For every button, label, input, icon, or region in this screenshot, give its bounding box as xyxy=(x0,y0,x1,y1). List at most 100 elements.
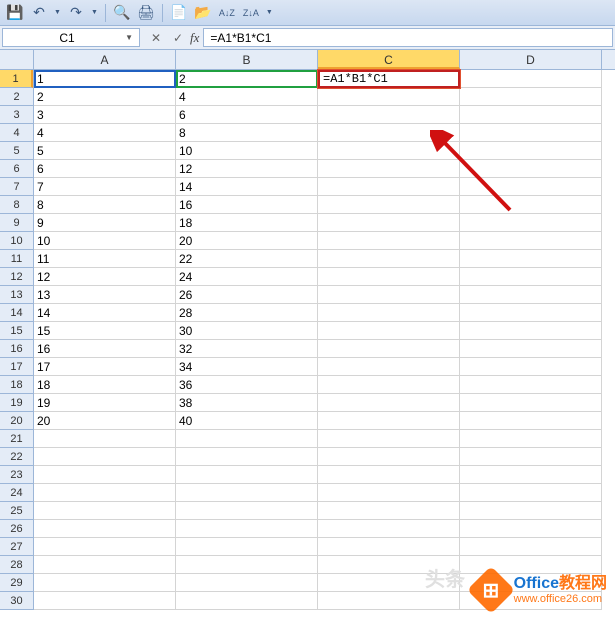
cell-a13[interactable]: 13 xyxy=(34,286,176,304)
cell-b25[interactable] xyxy=(176,502,318,520)
cell-c16[interactable] xyxy=(318,340,460,358)
row-header-16[interactable]: 16 xyxy=(0,340,33,358)
row-header-11[interactable]: 11 xyxy=(0,250,33,268)
redo-dropdown[interactable]: ▼ xyxy=(89,9,100,16)
cell-b22[interactable] xyxy=(176,448,318,466)
cell-b24[interactable] xyxy=(176,484,318,502)
cell-d23[interactable] xyxy=(460,466,602,484)
open-button[interactable]: 📂 xyxy=(192,3,214,23)
cell-b1[interactable]: 2 xyxy=(176,70,318,88)
cell-d26[interactable] xyxy=(460,520,602,538)
cell-c12[interactable] xyxy=(318,268,460,286)
cell-a12[interactable]: 12 xyxy=(34,268,176,286)
cell-a20[interactable]: 20 xyxy=(34,412,176,430)
cell-c6[interactable] xyxy=(318,160,460,178)
cell-a1[interactable]: 1 xyxy=(34,70,176,88)
redo-button[interactable]: ↷ xyxy=(65,3,87,23)
cell-c11[interactable] xyxy=(318,250,460,268)
cell-a18[interactable]: 18 xyxy=(34,376,176,394)
cell-d9[interactable] xyxy=(460,214,602,232)
cell-d13[interactable] xyxy=(460,286,602,304)
cell-c23[interactable] xyxy=(318,466,460,484)
cell-c30[interactable] xyxy=(318,592,460,610)
row-header-14[interactable]: 14 xyxy=(0,304,33,322)
cell-b3[interactable]: 6 xyxy=(176,106,318,124)
qat-customize-dropdown[interactable]: ▼ xyxy=(264,9,275,16)
cell-d15[interactable] xyxy=(460,322,602,340)
cell-d11[interactable] xyxy=(460,250,602,268)
row-header-2[interactable]: 2 xyxy=(0,88,33,106)
cell-c4[interactable] xyxy=(318,124,460,142)
cell-b23[interactable] xyxy=(176,466,318,484)
cell-a11[interactable]: 11 xyxy=(34,250,176,268)
undo-dropdown[interactable]: ▼ xyxy=(52,9,63,16)
formula-input[interactable]: =A1*B1*C1 xyxy=(203,28,613,47)
cell-b10[interactable]: 20 xyxy=(176,232,318,250)
new-button[interactable]: 📄 xyxy=(168,3,190,23)
cell-a14[interactable]: 14 xyxy=(34,304,176,322)
cell-a19[interactable]: 19 xyxy=(34,394,176,412)
cell-d8[interactable] xyxy=(460,196,602,214)
cell-d18[interactable] xyxy=(460,376,602,394)
fx-icon[interactable]: fx xyxy=(190,30,199,46)
cell-a22[interactable] xyxy=(34,448,176,466)
row-header-21[interactable]: 21 xyxy=(0,430,33,448)
cell-a6[interactable]: 6 xyxy=(34,160,176,178)
cell-a23[interactable] xyxy=(34,466,176,484)
row-header-22[interactable]: 22 xyxy=(0,448,33,466)
cell-c19[interactable] xyxy=(318,394,460,412)
cell-b12[interactable]: 24 xyxy=(176,268,318,286)
cell-c15[interactable] xyxy=(318,322,460,340)
cell-d12[interactable] xyxy=(460,268,602,286)
cell-a21[interactable] xyxy=(34,430,176,448)
row-header-24[interactable]: 24 xyxy=(0,484,33,502)
cell-c22[interactable] xyxy=(318,448,460,466)
cell-b26[interactable] xyxy=(176,520,318,538)
cell-c26[interactable] xyxy=(318,520,460,538)
cell-c24[interactable] xyxy=(318,484,460,502)
cell-d4[interactable] xyxy=(460,124,602,142)
column-header-c[interactable]: C xyxy=(318,50,460,69)
column-header-a[interactable]: A xyxy=(34,50,176,69)
cell-d17[interactable] xyxy=(460,358,602,376)
row-header-13[interactable]: 13 xyxy=(0,286,33,304)
cell-b18[interactable]: 36 xyxy=(176,376,318,394)
cell-a28[interactable] xyxy=(34,556,176,574)
cell-c7[interactable] xyxy=(318,178,460,196)
cell-d22[interactable] xyxy=(460,448,602,466)
select-all-corner[interactable] xyxy=(0,50,34,70)
row-header-28[interactable]: 28 xyxy=(0,556,33,574)
cell-d6[interactable] xyxy=(460,160,602,178)
cell-b8[interactable]: 16 xyxy=(176,196,318,214)
cell-b30[interactable] xyxy=(176,592,318,610)
row-header-5[interactable]: 5 xyxy=(0,142,33,160)
cell-d16[interactable] xyxy=(460,340,602,358)
cell-d30[interactable] xyxy=(460,592,602,610)
column-header-d[interactable]: D xyxy=(460,50,602,69)
row-header-4[interactable]: 4 xyxy=(0,124,33,142)
row-header-10[interactable]: 10 xyxy=(0,232,33,250)
cell-b15[interactable]: 30 xyxy=(176,322,318,340)
cell-c18[interactable] xyxy=(318,376,460,394)
cell-b11[interactable]: 22 xyxy=(176,250,318,268)
cell-a29[interactable] xyxy=(34,574,176,592)
row-header-27[interactable]: 27 xyxy=(0,538,33,556)
cell-a7[interactable]: 7 xyxy=(34,178,176,196)
cell-b14[interactable]: 28 xyxy=(176,304,318,322)
row-header-17[interactable]: 17 xyxy=(0,358,33,376)
cell-d28[interactable] xyxy=(460,556,602,574)
cancel-button[interactable]: ✕ xyxy=(146,31,166,45)
cell-b6[interactable]: 12 xyxy=(176,160,318,178)
cell-d1[interactable] xyxy=(460,70,602,88)
cell-a26[interactable] xyxy=(34,520,176,538)
row-header-19[interactable]: 19 xyxy=(0,394,33,412)
row-header-12[interactable]: 12 xyxy=(0,268,33,286)
cell-b17[interactable]: 34 xyxy=(176,358,318,376)
cell-b20[interactable]: 40 xyxy=(176,412,318,430)
row-header-1[interactable]: 1 xyxy=(0,70,33,88)
cell-c25[interactable] xyxy=(318,502,460,520)
save-button[interactable]: 💾 xyxy=(4,3,26,23)
cell-c3[interactable] xyxy=(318,106,460,124)
cell-a10[interactable]: 10 xyxy=(34,232,176,250)
cell-d14[interactable] xyxy=(460,304,602,322)
